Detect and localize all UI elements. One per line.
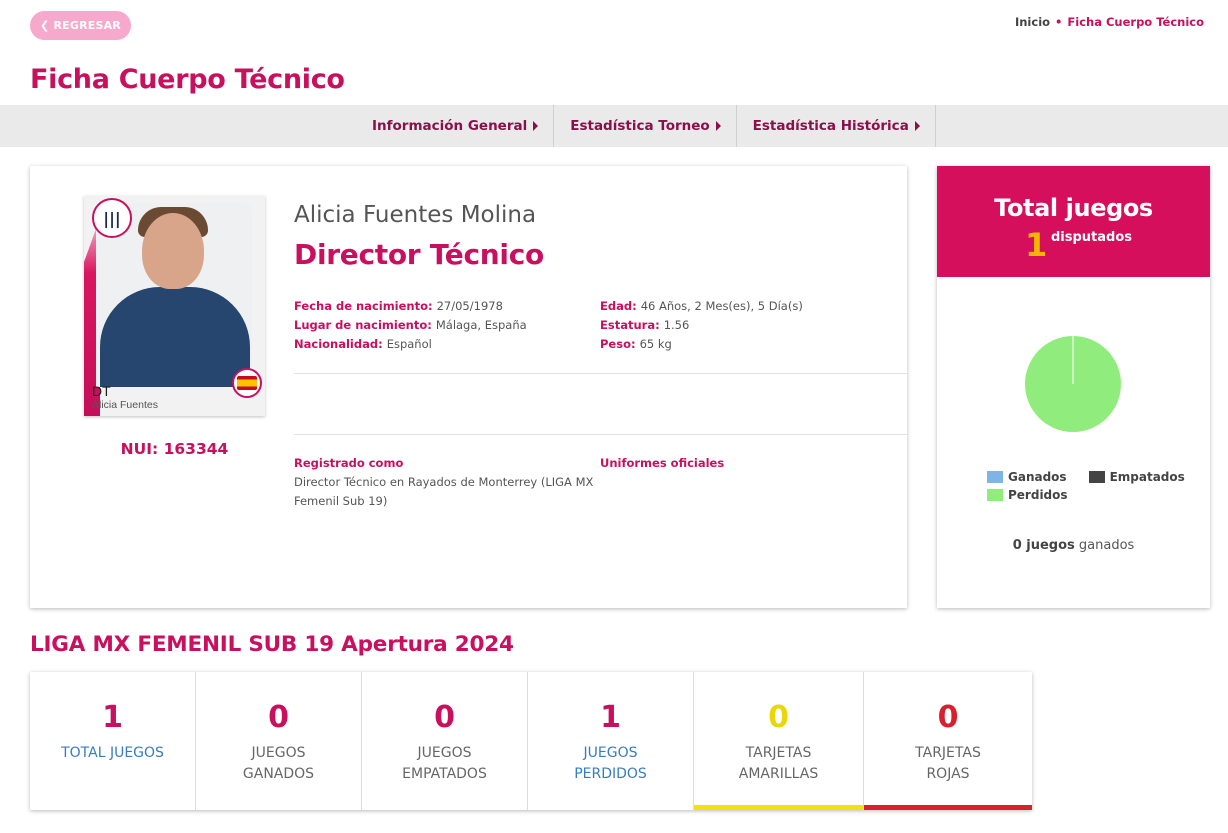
back-button[interactable]: ❮ REGRESAR: [30, 11, 131, 40]
stat-value: 0: [937, 700, 959, 735]
uniforms-label: Uniformes oficiales: [600, 456, 725, 470]
pie-legend: Ganados Empatados Perdidos: [987, 468, 1185, 504]
stat-value: 0: [768, 700, 789, 735]
player-card-photo: ||| DT Alicia Fuentes: [84, 196, 265, 416]
legend-item-empatados[interactable]: Empatados: [1088, 470, 1185, 484]
stat-label[interactable]: TOTAL JUEGOS: [30, 743, 195, 764]
legend-swatch: [1088, 471, 1105, 483]
photo-body: [100, 287, 250, 387]
total-games-count: 1: [1025, 226, 1048, 264]
tab-bar: Información General Estadística Torneo E…: [0, 105, 1228, 147]
legend-swatch: [987, 471, 1003, 483]
stat-total-games: 1 TOTAL JUEGOS: [30, 672, 196, 810]
nui-number: NUI: 163344: [120, 440, 229, 458]
breadcrumb-separator: •: [1055, 15, 1063, 29]
person-name: Alicia Fuentes Molina: [294, 202, 537, 228]
tab-informacion-general[interactable]: Información General: [356, 105, 555, 147]
chevron-left-icon: ❮: [40, 19, 50, 32]
season-stats: 1 TOTAL JUEGOS 0 JUEGOS GANADOS 0 JUEGOS E…: [30, 672, 1032, 810]
tab-estadistica-historica[interactable]: Estadística Histórica: [737, 105, 936, 147]
stat-games-drawn: 0 JUEGOS EMPATADOS: [362, 672, 528, 810]
caret-right-icon: [715, 121, 721, 131]
page-title: Ficha Cuerpo Técnico: [30, 64, 345, 95]
divider: [294, 373, 907, 374]
spain-flag-icon: [232, 368, 262, 398]
person-role: Director Técnico: [294, 238, 544, 271]
stat-bar: [694, 805, 863, 810]
total-games-header: Total juegos 1 disputados: [937, 166, 1210, 277]
stat-games-won: 0 JUEGOS GANADOS: [196, 672, 362, 810]
details-left: Fecha de nacimiento: 27/05/1978 Lugar de …: [294, 297, 527, 354]
games-won-note: 0 juegos ganados: [1012, 538, 1135, 553]
total-games-subtitle: disputados: [1051, 230, 1133, 245]
stat-value: 1: [600, 700, 621, 735]
registered-value: Director Técnico en Rayados de Monterrey…: [294, 475, 594, 508]
photo-name: Alicia Fuentes: [92, 399, 158, 411]
detail-height: Estatura: 1.56: [600, 318, 690, 332]
total-games-card: Total juegos 1 disputados Ganados Empata…: [937, 166, 1210, 608]
stat-games-lost: 1 JUEGOS PERDIDOS: [528, 672, 694, 810]
tab-label: Información General: [372, 118, 528, 134]
stat-label: TARJETAS AMARILLAS: [738, 745, 819, 782]
club-badge-icon: |||: [92, 198, 132, 238]
caret-right-icon: [914, 121, 920, 131]
detail-birthplace: Lugar de nacimiento: Málaga, España: [294, 318, 527, 332]
stat-value: 0: [268, 700, 289, 735]
divider: [294, 434, 907, 435]
stat-yellow-cards: 0 TARJETAS AMARILLAS: [694, 672, 864, 810]
results-pie-chart: [1025, 336, 1121, 432]
detail-nationality: Nacionalidad: Español: [294, 337, 432, 351]
tab-label: Estadística Torneo: [570, 118, 710, 134]
stat-value: 0: [434, 700, 455, 735]
legend-item-ganados[interactable]: Ganados: [987, 470, 1067, 484]
stat-value: 1: [102, 700, 123, 735]
legend-swatch: [987, 489, 1003, 501]
details-right: Edad: 46 Años, 2 Mes(es), 5 Día(s) Estatu…: [600, 297, 803, 354]
detail-age: Edad: 46 Años, 2 Mes(es), 5 Día(s): [600, 299, 803, 313]
stat-bar: [864, 805, 1032, 810]
profile-card: ||| DT Alicia Fuentes NUI: 163344 Alicia…: [30, 166, 907, 608]
back-button-label: REGRESAR: [53, 19, 121, 32]
breadcrumb-home[interactable]: Inicio: [1015, 15, 1050, 29]
stat-red-cards: 0 TARJETAS ROJAS: [864, 672, 1032, 810]
caret-right-icon: [533, 121, 539, 131]
registered-label: Registrado como: [294, 456, 404, 470]
stat-label: TARJETAS ROJAS: [915, 745, 981, 782]
detail-birthdate: Fecha de nacimiento: 27/05/1978: [294, 299, 503, 313]
tab-label: Estadística Histórica: [752, 118, 909, 134]
tab-estadistica-torneo[interactable]: Estadística Torneo: [554, 105, 737, 147]
stat-label[interactable]: JUEGOS PERDIDOS: [528, 743, 693, 785]
legend-item-perdidos[interactable]: Perdidos: [987, 488, 1068, 502]
total-games-title: Total juegos: [994, 194, 1153, 222]
stat-label: JUEGOS EMPATADOS: [402, 745, 487, 782]
detail-weight: Peso: 65 kg: [600, 337, 672, 351]
breadcrumb: Inicio • Ficha Cuerpo Técnico: [1015, 15, 1204, 29]
season-title: LIGA MX FEMENIL SUB 19 Apertura 2024: [30, 632, 514, 657]
stat-label: JUEGOS GANADOS: [242, 745, 315, 782]
photo-role: DT: [92, 383, 111, 399]
photo-head: [142, 213, 204, 289]
breadcrumb-current: Ficha Cuerpo Técnico: [1067, 15, 1204, 29]
